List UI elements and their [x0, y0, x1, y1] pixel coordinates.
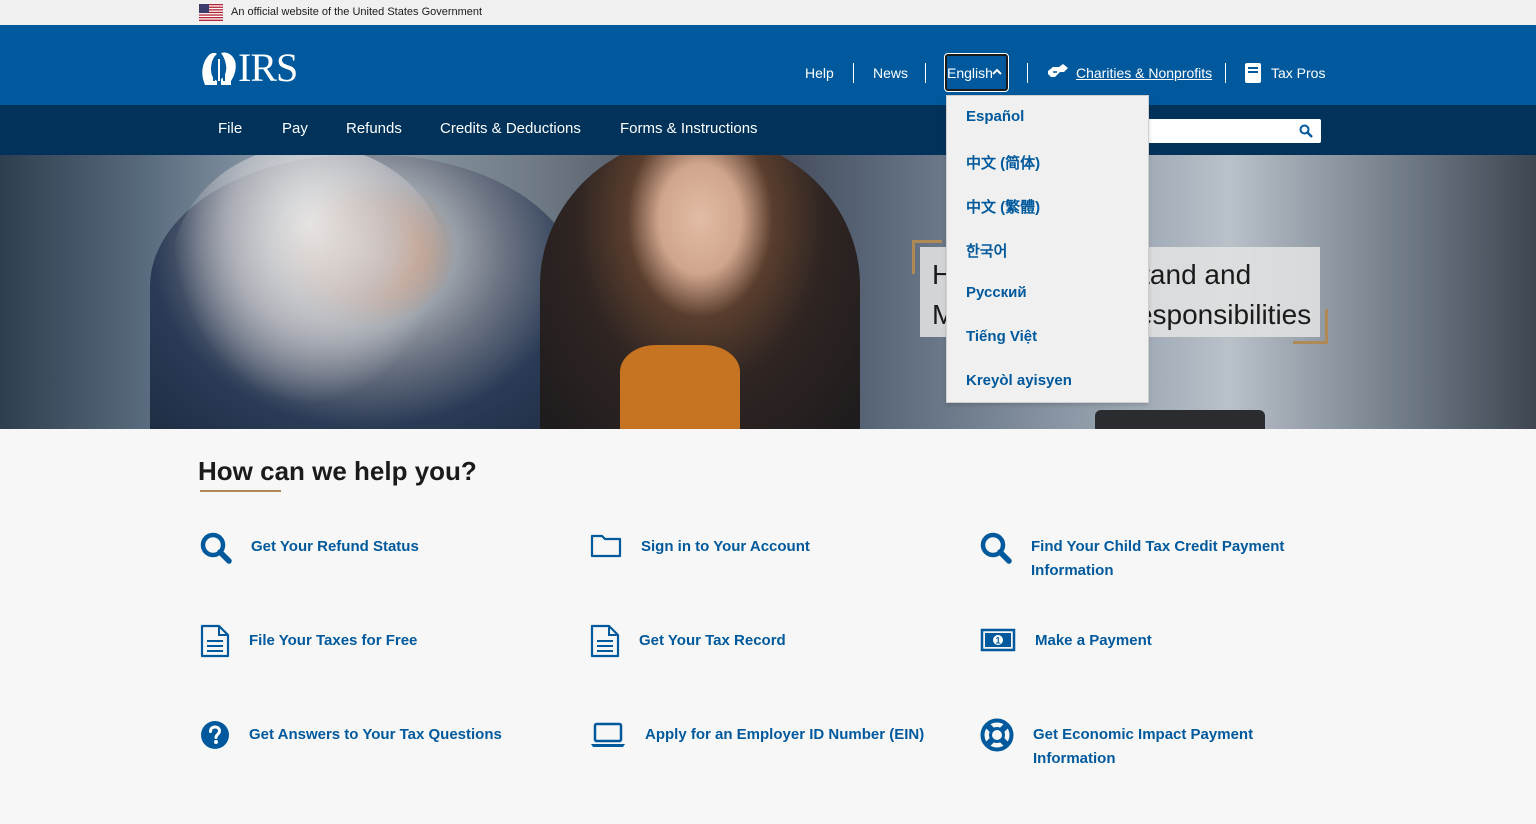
search-input[interactable] — [1140, 119, 1321, 143]
nav-item-credits-deductions[interactable]: Credits & Deductions — [440, 120, 581, 137]
question-icon[interactable] — [200, 720, 230, 750]
divider — [1225, 63, 1226, 83]
language-option-spanish[interactable]: Español — [966, 108, 1024, 125]
language-option-haitian-creole[interactable]: Kreyòl ayisyen — [966, 372, 1072, 389]
news-link[interactable]: News — [873, 65, 908, 81]
language-button-label: English — [947, 64, 993, 81]
language-option-russian[interactable]: Русский — [966, 284, 1027, 301]
task-make-payment[interactable]: Make a Payment — [1035, 629, 1315, 653]
document-icon[interactable] — [200, 624, 230, 658]
nav-item-refunds[interactable]: Refunds — [346, 120, 402, 137]
divider — [925, 63, 926, 83]
handshake-icon — [1048, 64, 1068, 77]
language-option-chinese-traditional[interactable]: 中文 (繁體) — [966, 196, 1040, 217]
search-icon[interactable] — [980, 532, 1012, 564]
divider — [1027, 63, 1028, 83]
lifesaver-icon[interactable] — [980, 718, 1014, 752]
section-title: How can we help you? — [198, 456, 477, 486]
language-option-chinese-simplified[interactable]: 中文 (简体) — [966, 152, 1040, 173]
hero-banner: Help You Understand and Meet Your Tax Re… — [0, 155, 1536, 429]
laptop-icon[interactable] — [590, 722, 626, 748]
tax-pros-link[interactable]: Tax Pros — [1271, 65, 1325, 81]
hero-photo-detail — [620, 345, 740, 429]
book-icon — [1245, 63, 1261, 83]
task-economic-impact-payment[interactable]: Get Economic Impact Payment Information — [1033, 723, 1313, 771]
irs-logo[interactable]: IRS — [199, 45, 298, 90]
logo-text: IRS — [238, 45, 298, 90]
divider — [853, 63, 854, 83]
language-option-korean[interactable]: 한국어 — [966, 240, 1007, 261]
nav-item-forms-instructions[interactable]: Forms & Instructions — [620, 120, 758, 137]
task-apply-ein[interactable]: Apply for an Employer ID Number (EIN) — [645, 723, 945, 747]
chevron-up-icon — [992, 68, 1002, 75]
search-icon[interactable] — [200, 532, 232, 564]
task-tax-record[interactable]: Get Your Tax Record — [639, 629, 939, 653]
charities-link[interactable]: Charities & Nonprofits — [1076, 65, 1212, 81]
task-sign-in[interactable]: Sign in to Your Account — [641, 535, 941, 559]
money-icon[interactable]: 1 — [980, 628, 1016, 652]
nav-item-file[interactable]: File — [218, 120, 242, 137]
hero-photo-laptop — [1095, 410, 1265, 429]
gov-banner-text: An official website of the United States… — [231, 6, 483, 18]
hero-photo-detail — [170, 155, 450, 405]
title-underline — [200, 490, 281, 492]
help-link[interactable]: Help — [805, 65, 834, 81]
search-icon[interactable] — [1299, 124, 1313, 138]
svg-text:1: 1 — [995, 636, 1000, 646]
task-file-free[interactable]: File Your Taxes for Free — [249, 629, 549, 653]
nav-item-pay[interactable]: Pay — [282, 120, 308, 137]
task-child-tax-credit[interactable]: Find Your Child Tax Credit Payment Infor… — [1031, 535, 1321, 583]
language-menu: Español 中文 (简体) 中文 (繁體) 한국어 Русский Tiến… — [946, 95, 1149, 403]
document-icon[interactable] — [590, 624, 620, 658]
eagle-icon — [202, 52, 236, 85]
caption-bracket — [1293, 309, 1328, 344]
folder-icon[interactable] — [590, 532, 622, 558]
language-selector-button[interactable]: English — [944, 53, 1009, 92]
gov-banner: An official website of the United States… — [0, 0, 1536, 25]
main-nav: File Pay Refunds Credits & Deductions Fo… — [0, 105, 1536, 155]
language-option-vietnamese[interactable]: Tiếng Việt — [966, 328, 1037, 345]
task-tax-questions[interactable]: Get Answers to Your Tax Questions — [249, 723, 549, 747]
site-header: IRS Help News English Charities & Nonpro… — [0, 25, 1536, 105]
task-refund-status[interactable]: Get Your Refund Status — [251, 535, 551, 559]
us-flag-icon — [199, 4, 223, 21]
